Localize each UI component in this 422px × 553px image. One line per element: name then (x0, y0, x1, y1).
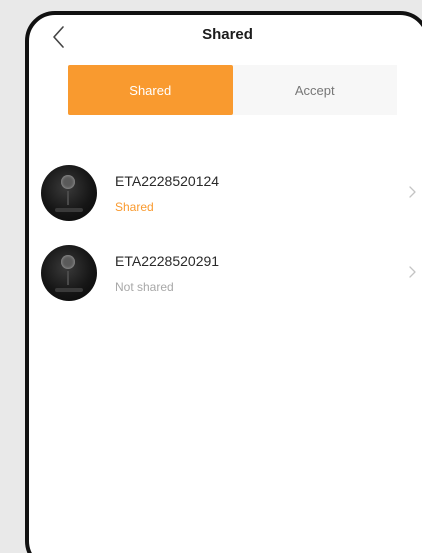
chevron-right-icon (407, 265, 417, 279)
chevron-right-icon (407, 185, 417, 199)
robot-vacuum-icon (41, 245, 97, 301)
page: Shared Shared Accept ETA2228520124 Share… (0, 0, 422, 553)
tab-bar: Shared Accept (68, 65, 397, 115)
tab-shared[interactable]: Shared (68, 65, 233, 115)
navbar: Shared (29, 15, 422, 61)
list-item[interactable]: ETA2228520124 Shared (29, 157, 422, 237)
tab-shared-label: Shared (129, 82, 172, 98)
device-name: ETA2228520124 (115, 173, 220, 189)
device-list: ETA2228520124 Shared ETA2228520291 Not s… (29, 157, 422, 317)
phone-screen: Shared Shared Accept ETA2228520124 Share… (25, 11, 422, 553)
list-item[interactable]: ETA2228520291 Not shared (29, 237, 422, 317)
robot-vacuum-icon (41, 165, 97, 221)
device-status: Shared (115, 200, 154, 214)
device-status: Not shared (115, 280, 174, 294)
tab-accept-label: Accept (294, 82, 335, 98)
tab-accept[interactable]: Accept (233, 65, 398, 115)
page-title: Shared (202, 26, 253, 43)
device-name: ETA2228520291 (115, 253, 220, 269)
